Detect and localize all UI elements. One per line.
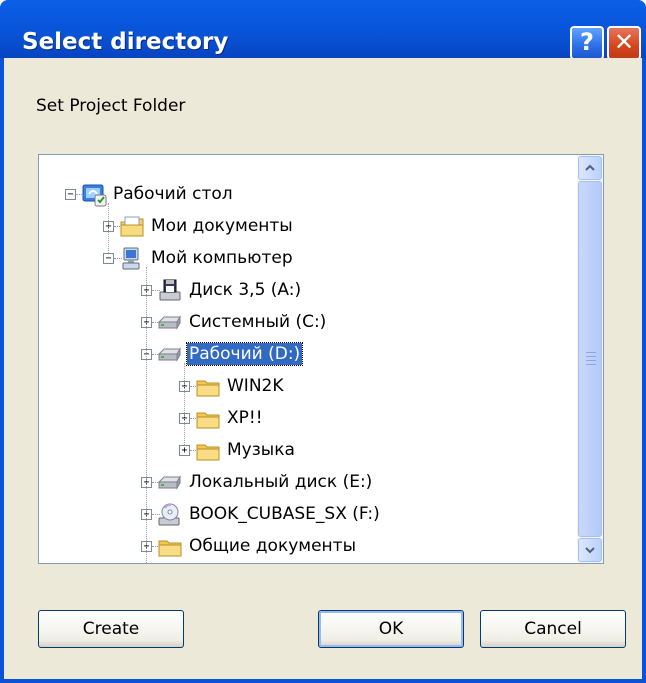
tree-item-label[interactable]: Музыка [225,439,297,461]
folder-icon [195,438,221,464]
thumb-grip [586,360,596,361]
tree-item-label[interactable]: Мой компьютер [149,247,295,269]
vertical-scrollbar[interactable] [577,155,603,563]
tree-item-label[interactable]: XP!! [225,407,265,429]
dialog-prompt: Set Project Folder [36,96,186,116]
folder-icon [195,374,221,400]
ok-button[interactable]: OK [318,610,464,648]
collapse-icon[interactable]: − [103,253,114,264]
thumb-grip [586,356,596,357]
tree-guide-line [146,267,147,563]
tree-guide-line [108,203,109,253]
scroll-up-button[interactable] [578,156,602,180]
folder-tree[interactable]: − Рабочий стол + Мои документы − Мой компьюте… [39,155,577,563]
folder-tree-panel: − Рабочий стол + Мои документы − Мой компьюте… [38,154,604,564]
hard-drive-icon [157,310,183,336]
tree-item[interactable]: + WIN2K [39,371,577,403]
thumb-grip [586,352,596,353]
expand-icon[interactable]: + [179,445,190,456]
close-button[interactable]: ✕ [607,26,641,60]
desktop-icon [81,182,107,208]
tree-item-label[interactable]: Диск 3,5 (A:) [187,279,303,301]
chevron-up-icon [585,164,595,171]
window-title: Select directory [22,29,229,55]
tree-item[interactable]: + Общие документы [39,531,577,563]
tree-item[interactable]: + BOOK_CUBASE_SX (F:) [39,499,577,531]
dialog-window: Select directory ? ✕ Set Project Folder … [0,0,646,683]
hard-drive-icon [157,342,183,368]
tree-item[interactable]: − Рабочий стол [39,179,577,211]
tree-item[interactable]: + Системный (C:) [39,307,577,339]
help-icon: ? [580,28,594,56]
tree-item-label[interactable]: Системный (C:) [187,311,328,333]
thumb-grip [586,364,596,365]
tree-item[interactable]: + Локальный диск (E:) [39,467,577,499]
tree-item-label[interactable]: Общие документы [187,535,358,557]
scroll-down-button[interactable] [578,538,602,562]
tree-item-label[interactable]: Мои документы [149,215,295,237]
title-bar[interactable]: Select directory ? ✕ [0,0,646,60]
tree-item[interactable]: + Музыка [39,435,577,467]
tree-item[interactable]: − Рабочий (D:) [39,339,577,371]
cd-drive-icon [157,502,183,528]
my-computer-icon [119,246,145,272]
collapse-icon[interactable]: − [65,189,76,200]
chevron-down-icon [585,547,595,554]
tree-item[interactable]: + XP!! [39,403,577,435]
floppy-drive-icon [157,278,183,304]
folder-icon [195,406,221,432]
tree-item-label[interactable]: WIN2K [225,375,286,397]
scroll-thumb[interactable] [578,181,602,537]
tree-item-label[interactable]: BOOK_CUBASE_SX (F:) [187,503,382,525]
create-button[interactable]: Create [38,610,184,648]
tree-item[interactable]: − Мой компьютер [39,243,577,275]
dialog-body: Set Project Folder − Рабочий стол + Мои док… [4,58,642,679]
tree-guide-line [184,363,185,445]
cancel-button[interactable]: Cancel [480,610,626,648]
tree-item-label-selected[interactable]: Рабочий (D:) [185,342,304,366]
tree-item-label[interactable]: Рабочий стол [111,183,235,205]
tree-item[interactable]: + Диск 3,5 (A:) [39,275,577,307]
close-icon: ✕ [613,28,635,56]
tree-item[interactable]: + Мои документы [39,211,577,243]
help-button[interactable]: ? [570,26,604,60]
tree-item-label[interactable]: Локальный диск (E:) [187,471,374,493]
my-documents-icon [119,214,145,240]
hard-drive-icon [157,470,183,496]
folder-icon [157,534,183,560]
